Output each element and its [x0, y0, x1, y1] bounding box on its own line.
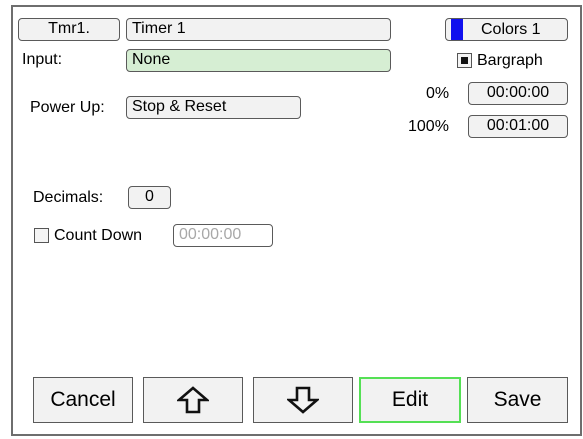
power-up-value: Stop & Reset: [132, 98, 227, 115]
color-swatch: [451, 19, 463, 40]
power-up-field[interactable]: Stop & Reset: [126, 96, 301, 119]
scale-high-value: 00:01:00: [486, 117, 550, 134]
edit-label: Edit: [391, 388, 429, 411]
timer-config-screen: Tmr1. Timer 1 Colors 1 Input: None Bargr…: [0, 0, 583, 439]
input-value: None: [132, 51, 171, 68]
scale-high-field[interactable]: 00:01:00: [468, 115, 568, 138]
input-field[interactable]: None: [126, 49, 391, 72]
input-label: Input:: [22, 51, 63, 68]
scale-low-label: 0%: [426, 85, 450, 102]
colors-label: Colors 1: [481, 21, 541, 38]
count-down-checkbox[interactable]: [34, 228, 49, 243]
cancel-label: Cancel: [50, 388, 116, 411]
cancel-button[interactable]: Cancel: [33, 377, 133, 423]
edit-button[interactable]: Edit: [359, 377, 461, 423]
decimals-label: Decimals:: [33, 189, 104, 206]
bargraph-checkbox[interactable]: [457, 53, 472, 68]
arrow-down-icon: [287, 386, 319, 414]
timer-name-value: Timer 1: [132, 20, 186, 37]
scale-low-field[interactable]: 00:00:00: [468, 82, 568, 105]
scale-high-label: 100%: [408, 118, 449, 135]
decimals-field[interactable]: 0: [128, 186, 171, 209]
timer-tab-button[interactable]: Tmr1.: [18, 18, 120, 41]
power-up-label: Power Up:: [30, 99, 105, 116]
decimals-value: 0: [145, 188, 154, 205]
bargraph-label: Bargraph: [477, 52, 543, 69]
scale-low-value: 00:00:00: [486, 84, 550, 101]
timer-name-field[interactable]: Timer 1: [126, 18, 391, 41]
count-down-value: 00:00:00: [179, 226, 242, 243]
arrow-up-icon: [177, 386, 209, 414]
down-button[interactable]: [253, 377, 353, 423]
count-down-field[interactable]: 00:00:00: [173, 224, 273, 247]
count-down-label: Count Down: [54, 227, 143, 244]
save-button[interactable]: Save: [467, 377, 568, 423]
save-label: Save: [493, 388, 542, 411]
up-button[interactable]: [143, 377, 243, 423]
colors-button[interactable]: Colors 1: [445, 18, 568, 41]
timer-tab-label: Tmr1.: [48, 20, 90, 37]
